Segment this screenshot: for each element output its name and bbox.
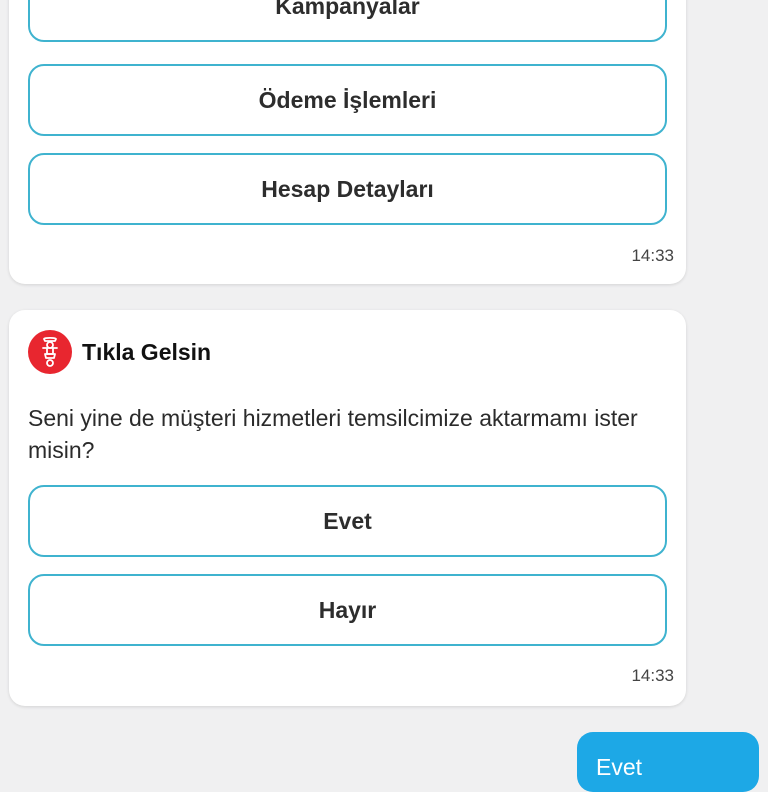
user-message-text: Evet	[596, 754, 643, 780]
option-button-kampanyalar[interactable]: Kampanyalar	[28, 0, 667, 42]
bot-avatar	[28, 330, 72, 374]
user-message-bubble: Evet	[577, 732, 759, 792]
message-timestamp: 14:33	[631, 246, 674, 265]
option-button-hesap-detaylari[interactable]: Hesap Detayları	[28, 153, 667, 225]
message-timestamp: 14:33	[631, 666, 674, 685]
scooter-courier-icon	[42, 336, 58, 367]
bot-message-card-menu: Kampanyalar Ödeme İşlemleri Hesap Detayl…	[9, 0, 686, 284]
bot-message-card-question: Tıkla Gelsin Seni yine de müşteri hizmet…	[9, 310, 686, 706]
option-button-odeme-islemleri[interactable]: Ödeme İşlemleri	[28, 64, 667, 136]
option-button-evet[interactable]: Evet	[28, 485, 667, 557]
bot-header: Tıkla Gelsin	[28, 330, 211, 374]
option-button-hayir[interactable]: Hayır	[28, 574, 667, 646]
bot-message-text: Seni yine de müşteri hizmetleri temsilci…	[28, 405, 638, 463]
bot-name: Tıkla Gelsin	[82, 338, 212, 365]
